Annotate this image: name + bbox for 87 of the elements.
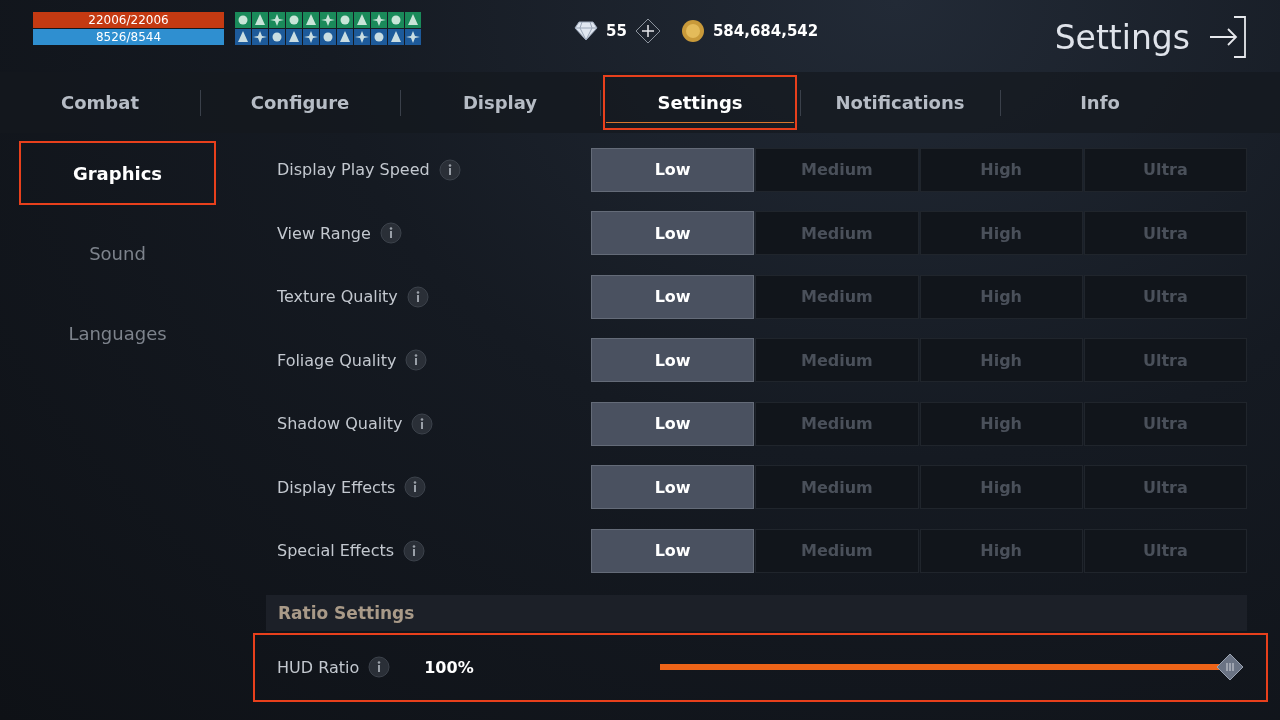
buff-icon xyxy=(388,12,404,28)
setting-label: Display Effects xyxy=(277,477,396,497)
buff-icon xyxy=(252,12,268,28)
option-button[interactable]: Medium xyxy=(755,401,919,446)
section-title: Ratio Settings xyxy=(278,602,415,623)
exit-icon[interactable] xyxy=(1208,15,1248,59)
option-button[interactable]: High xyxy=(919,274,1083,319)
window-title: Settings xyxy=(1054,18,1190,57)
option-button[interactable]: Ultra xyxy=(1083,274,1247,319)
info-icon[interactable] xyxy=(404,476,427,499)
option-button[interactable]: Low xyxy=(591,147,755,192)
buff-icon xyxy=(235,29,251,45)
option-button[interactable]: High xyxy=(919,338,1083,383)
option-button[interactable]: Low xyxy=(591,401,755,446)
setting-label: Special Effects xyxy=(277,541,395,561)
option-button[interactable]: Medium xyxy=(755,338,919,383)
option-button[interactable]: Ultra xyxy=(1083,338,1247,383)
buff-icon xyxy=(303,29,319,45)
tab[interactable]: Info xyxy=(1000,72,1200,133)
mana-text: 8526/8544 xyxy=(95,30,162,44)
setting-label: HUD Ratio xyxy=(277,657,360,677)
option-button[interactable]: Ultra xyxy=(1083,147,1247,192)
info-icon[interactable] xyxy=(379,222,402,245)
tab[interactable]: Settings xyxy=(600,72,800,133)
buff-icon xyxy=(235,12,251,28)
buff-icon xyxy=(371,12,387,28)
setting-label: Foliage Quality xyxy=(277,350,397,370)
buff-icon xyxy=(337,12,353,28)
tab[interactable]: Configure xyxy=(200,72,400,133)
tab[interactable]: Notifications xyxy=(800,72,1000,133)
tab[interactable]: Combat xyxy=(0,72,200,133)
option-button[interactable]: Low xyxy=(591,211,755,256)
buff-icon xyxy=(405,12,421,28)
gem-count: 55 xyxy=(606,22,627,40)
tab[interactable]: Display xyxy=(400,72,600,133)
buff-icon xyxy=(269,12,285,28)
buff-icon xyxy=(320,12,336,28)
option-button[interactable]: Low xyxy=(591,528,755,573)
buff-icon xyxy=(405,29,421,45)
slider-handle-icon[interactable] xyxy=(1216,653,1244,681)
option-button[interactable]: High xyxy=(919,401,1083,446)
buff-icon xyxy=(337,29,353,45)
option-button[interactable]: Medium xyxy=(755,465,919,510)
info-icon[interactable] xyxy=(368,656,391,678)
buff-icon xyxy=(354,12,370,28)
setting-label: Shadow Quality xyxy=(277,414,403,434)
info-icon[interactable] xyxy=(403,539,426,562)
slider-reading: 100% xyxy=(424,657,474,677)
buff-icon xyxy=(303,12,319,28)
coin-amount: 584,684,542 xyxy=(712,22,819,40)
option-button[interactable]: Ultra xyxy=(1083,465,1247,510)
option-button[interactable]: High xyxy=(919,465,1083,510)
coin-icon xyxy=(680,19,705,43)
buff-icon xyxy=(286,29,302,45)
option-button[interactable]: Medium xyxy=(755,274,919,319)
setting-label: View Range xyxy=(277,223,371,243)
option-button[interactable]: High xyxy=(919,147,1083,192)
buff-icon xyxy=(252,29,268,45)
option-button[interactable]: Ultra xyxy=(1083,401,1247,446)
info-icon[interactable] xyxy=(411,412,434,435)
buff-icon xyxy=(371,29,387,45)
setting-label: Texture Quality xyxy=(277,287,398,307)
buff-icon xyxy=(354,29,370,45)
diamond-icon xyxy=(574,21,598,41)
option-button[interactable]: Low xyxy=(591,338,755,383)
option-button[interactable]: High xyxy=(919,211,1083,256)
option-button[interactable]: High xyxy=(919,528,1083,573)
setting-label: Display Play Speed xyxy=(277,160,430,180)
buff-icon xyxy=(286,12,302,28)
buff-icon xyxy=(320,29,336,45)
sidebar-item[interactable]: Graphics xyxy=(19,141,216,205)
buff-icon xyxy=(269,29,285,45)
option-button[interactable]: Low xyxy=(591,274,755,319)
option-button[interactable]: Medium xyxy=(755,211,919,256)
info-icon[interactable] xyxy=(405,349,428,372)
info-icon[interactable] xyxy=(438,158,461,181)
option-button[interactable]: Medium xyxy=(755,147,919,192)
option-button[interactable]: Medium xyxy=(755,528,919,573)
sidebar-item[interactable]: Languages xyxy=(19,301,216,365)
sidebar-item[interactable]: Sound xyxy=(19,221,216,285)
option-button[interactable]: Ultra xyxy=(1083,528,1247,573)
option-button[interactable]: Ultra xyxy=(1083,211,1247,256)
buff-icon xyxy=(388,29,404,45)
add-icon[interactable] xyxy=(634,18,661,44)
info-icon[interactable] xyxy=(406,285,429,308)
health-text: 22006/22006 xyxy=(88,13,169,27)
option-button[interactable]: Low xyxy=(591,465,755,510)
